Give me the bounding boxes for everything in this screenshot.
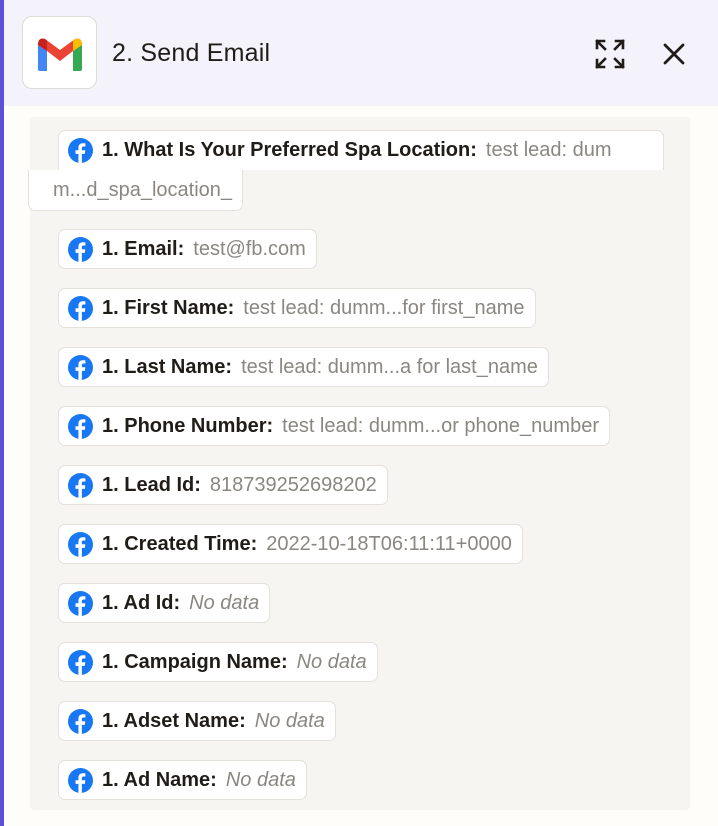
- field-value: test lead: dumm...for first_name: [243, 296, 525, 319]
- send-email-panel: 2. Send Email 1. What Is Your Preferred …: [0, 0, 718, 826]
- field-key: 1. Created Time:: [102, 532, 258, 555]
- field-pill[interactable]: 1. Phone Number: test lead: dumm...or pho…: [58, 406, 610, 446]
- field-key: 1. Phone Number:: [102, 414, 274, 437]
- field-pill[interactable]: 1. Created Time: 2022-10-18T06:11:11+0000: [58, 524, 523, 564]
- close-icon: [663, 43, 685, 65]
- gmail-icon: [37, 38, 82, 71]
- field-pill[interactable]: 1. Last Name: test lead: dumm...a for las…: [58, 347, 549, 387]
- field-value: test lead: dum: [485, 139, 612, 161]
- field-key: 1. Campaign Name:: [102, 650, 288, 673]
- field-key: 1. Last Name:: [102, 355, 233, 378]
- field-key: 1. Ad Name:: [102, 768, 217, 791]
- facebook-icon: [68, 708, 93, 734]
- facebook-icon: [68, 472, 93, 498]
- field-value: test lead: dumm...a for last_name: [241, 355, 538, 378]
- field-pill[interactable]: 1. Ad Name: No data: [58, 760, 307, 800]
- field-pill[interactable]: 1. First Name: test lead: dumm...for firs…: [58, 288, 536, 328]
- field-value: No data: [254, 709, 325, 732]
- app-tile: [22, 16, 97, 89]
- field-key: 1. Email:: [102, 237, 185, 260]
- field-value: No data: [189, 591, 260, 614]
- field-value: test lead: dumm...or phone_number: [282, 414, 599, 437]
- field-key: 1. Adset Name:: [102, 709, 246, 732]
- expand-button[interactable]: [590, 34, 630, 74]
- field-value: 2022-10-18T06:11:11+0000: [266, 532, 512, 555]
- facebook-icon: [68, 531, 93, 557]
- facebook-icon: [68, 590, 93, 616]
- close-button[interactable]: [654, 34, 694, 74]
- panel-header: 2. Send Email: [4, 0, 718, 106]
- field-pill[interactable]: 1. Adset Name: No data: [58, 701, 336, 741]
- facebook-icon: [68, 767, 93, 793]
- field-pill[interactable]: 1. What Is Your Preferred Spa Location: t…: [58, 130, 664, 170]
- field-value: test@fb.com: [193, 237, 306, 260]
- field-key: 1. What Is Your Preferred Spa Location:: [102, 139, 477, 161]
- facebook-icon: [68, 295, 93, 321]
- field-pill[interactable]: 1. Ad Id: No data: [58, 583, 271, 623]
- facebook-icon: [68, 413, 93, 439]
- field-key: 1. Ad Id:: [102, 591, 181, 614]
- field-pill[interactable]: 1. Campaign Name: No data: [58, 642, 378, 682]
- field-pill[interactable]: 1. Email: test@fb.com: [58, 229, 317, 269]
- field-value: No data: [296, 650, 367, 673]
- facebook-icon: [68, 354, 93, 380]
- panel-title: 2. Send Email: [112, 39, 271, 67]
- expand-icon: [595, 39, 625, 69]
- field-value-continued: m...d_spa_location_: [28, 170, 244, 211]
- facebook-icon: [68, 649, 93, 675]
- facebook-icon: [68, 138, 93, 163]
- field-pill[interactable]: 1. Lead Id: 818739252698202: [58, 465, 388, 505]
- field-value: 818739252698202: [209, 473, 377, 496]
- field-key: 1. Lead Id:: [102, 473, 201, 496]
- field-value: No data: [225, 768, 296, 791]
- facebook-icon: [68, 236, 93, 262]
- field-list: 1. What Is Your Preferred Spa Location: t…: [28, 117, 690, 810]
- field-key: 1. First Name:: [102, 296, 235, 319]
